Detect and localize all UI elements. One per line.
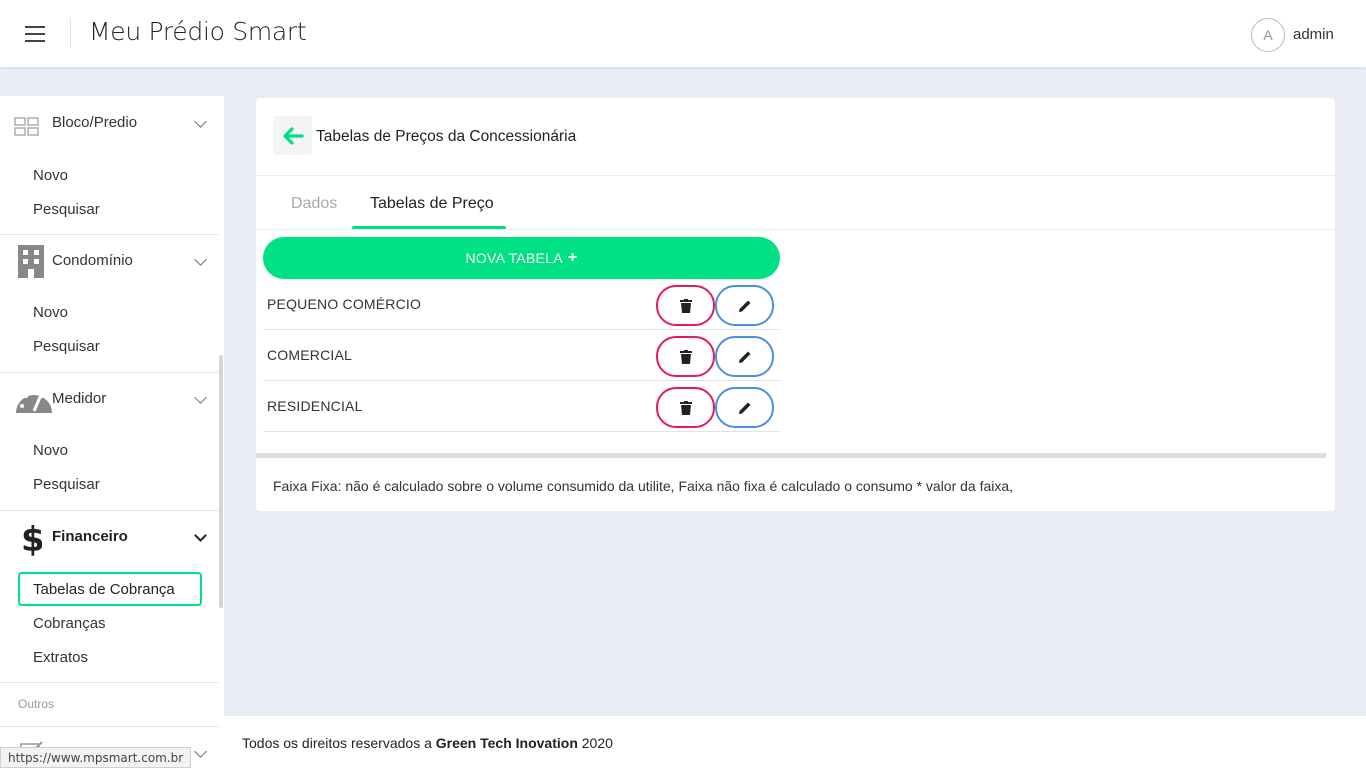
new-table-button-label: NOVA TABELA [465, 250, 563, 266]
gauge-icon [14, 383, 54, 420]
trash-icon [679, 400, 692, 415]
svg-text:$: $ [21, 520, 42, 556]
sidebar-section-medidor[interactable]: Medidor [0, 384, 219, 414]
tab-tabelas-de-preco[interactable]: Tabelas de Preço [370, 195, 494, 213]
pencil-icon [738, 351, 750, 363]
arrow-left-icon [282, 126, 304, 145]
delete-button[interactable] [656, 387, 715, 428]
building-icon [16, 243, 46, 284]
app-title: Meu Prédio Smart [89, 17, 307, 46]
sidebar: Bloco/Predio Novo Pesquisar Condomínio N… [0, 96, 224, 768]
chevron-down-icon [194, 745, 207, 758]
card-title: Tabelas de Preços da Concessionária [316, 128, 577, 145]
sidebar-section-label: Condomínio [52, 252, 133, 269]
table-row-label: RESIDENCIAL [267, 398, 363, 414]
table-row-label: COMERCIAL [267, 347, 353, 363]
sidebar-item-medidor-novo[interactable]: Novo [33, 442, 68, 459]
trash-icon [679, 298, 692, 313]
edit-button[interactable] [715, 387, 774, 428]
sidebar-item-bloco-novo[interactable]: Novo [33, 167, 68, 184]
sidebar-divider [0, 234, 219, 235]
horizontal-scrollbar[interactable] [256, 453, 1326, 458]
trash-icon [679, 349, 692, 364]
sidebar-divider [0, 372, 219, 373]
table-row-label: PEQUENO COMÉRCIO [267, 296, 422, 312]
chevron-down-icon [194, 391, 207, 404]
edit-button[interactable] [715, 336, 774, 377]
footer: Todos os direitos reservados a Green Tec… [224, 716, 1366, 768]
back-button[interactable] [273, 116, 312, 155]
new-table-button[interactable]: NOVA TABELA + [263, 237, 780, 279]
sidebar-item-condominio-novo[interactable]: Novo [33, 304, 68, 321]
sidebar-item-cobrancas[interactable]: Cobranças [33, 615, 106, 632]
hamburger-menu-icon[interactable] [25, 26, 45, 42]
chevron-down-icon [194, 253, 207, 266]
pencil-icon [738, 300, 750, 312]
sidebar-section-label: Bloco/Predio [52, 114, 138, 131]
sidebar-category-outros: Outros [18, 697, 55, 711]
table-row: RESIDENCIAL [263, 381, 780, 432]
sidebar-item-extratos[interactable]: Extratos [33, 649, 88, 666]
sidebar-section-label: Medidor [52, 390, 107, 407]
sidebar-item-medidor-pesquisar[interactable]: Pesquisar [33, 476, 100, 493]
footer-prefix: Todos os direitos reservados a [242, 735, 436, 751]
user-name[interactable]: admin [1293, 26, 1334, 43]
edit-button[interactable] [715, 285, 774, 326]
footer-year: 2020 [577, 735, 613, 751]
footer-text: Todos os direitos reservados a Green Tec… [242, 735, 613, 751]
chevron-down-icon [194, 529, 207, 542]
sidebar-divider [0, 726, 219, 727]
chevron-down-icon [194, 115, 207, 128]
price-tables-card: Tabelas de Preços da Concessionária Dado… [256, 98, 1335, 511]
sidebar-item-label: Tabelas de Cobrança [33, 581, 175, 598]
sidebar-scrollbar[interactable] [219, 355, 223, 608]
sidebar-item-tabelas-de-cobranca[interactable]: Tabelas de Cobrança [18, 572, 202, 606]
delete-button[interactable] [656, 285, 715, 326]
blocks-icon [14, 116, 40, 141]
sidebar-item-condominio-pesquisar[interactable]: Pesquisar [33, 338, 100, 355]
sidebar-section-condominio[interactable]: Condomínio [0, 245, 219, 278]
sidebar-item-bloco-pesquisar[interactable]: Pesquisar [33, 201, 100, 218]
card-divider [256, 175, 1335, 176]
plus-icon: + [567, 249, 578, 266]
tabs-divider [256, 229, 1335, 230]
sidebar-section-label: Financeiro [52, 528, 128, 545]
user-avatar[interactable]: A [1251, 18, 1285, 52]
status-bar-url: https://www.mpsmart.com.br [0, 747, 192, 768]
table-row: PEQUENO COMÉRCIO [263, 279, 780, 330]
delete-button[interactable] [656, 336, 715, 377]
pencil-icon [738, 402, 750, 414]
sidebar-divider [0, 510, 219, 511]
footer-company: Green Tech Inovation [435, 735, 578, 751]
top-header: Meu Prédio Smart A admin [0, 0, 1366, 67]
header-divider [70, 18, 71, 48]
pricing-note: Faixa Fixa: não é calculado sobre o volu… [273, 478, 1014, 494]
dollar-icon: $ [20, 520, 45, 561]
sidebar-section-financeiro[interactable]: $ Financeiro [0, 520, 219, 560]
sidebar-section-bloco-predio[interactable]: Bloco/Predio [0, 108, 219, 138]
tab-dados[interactable]: Dados [291, 195, 337, 213]
table-row: COMERCIAL [263, 330, 780, 381]
sidebar-divider [0, 682, 219, 683]
